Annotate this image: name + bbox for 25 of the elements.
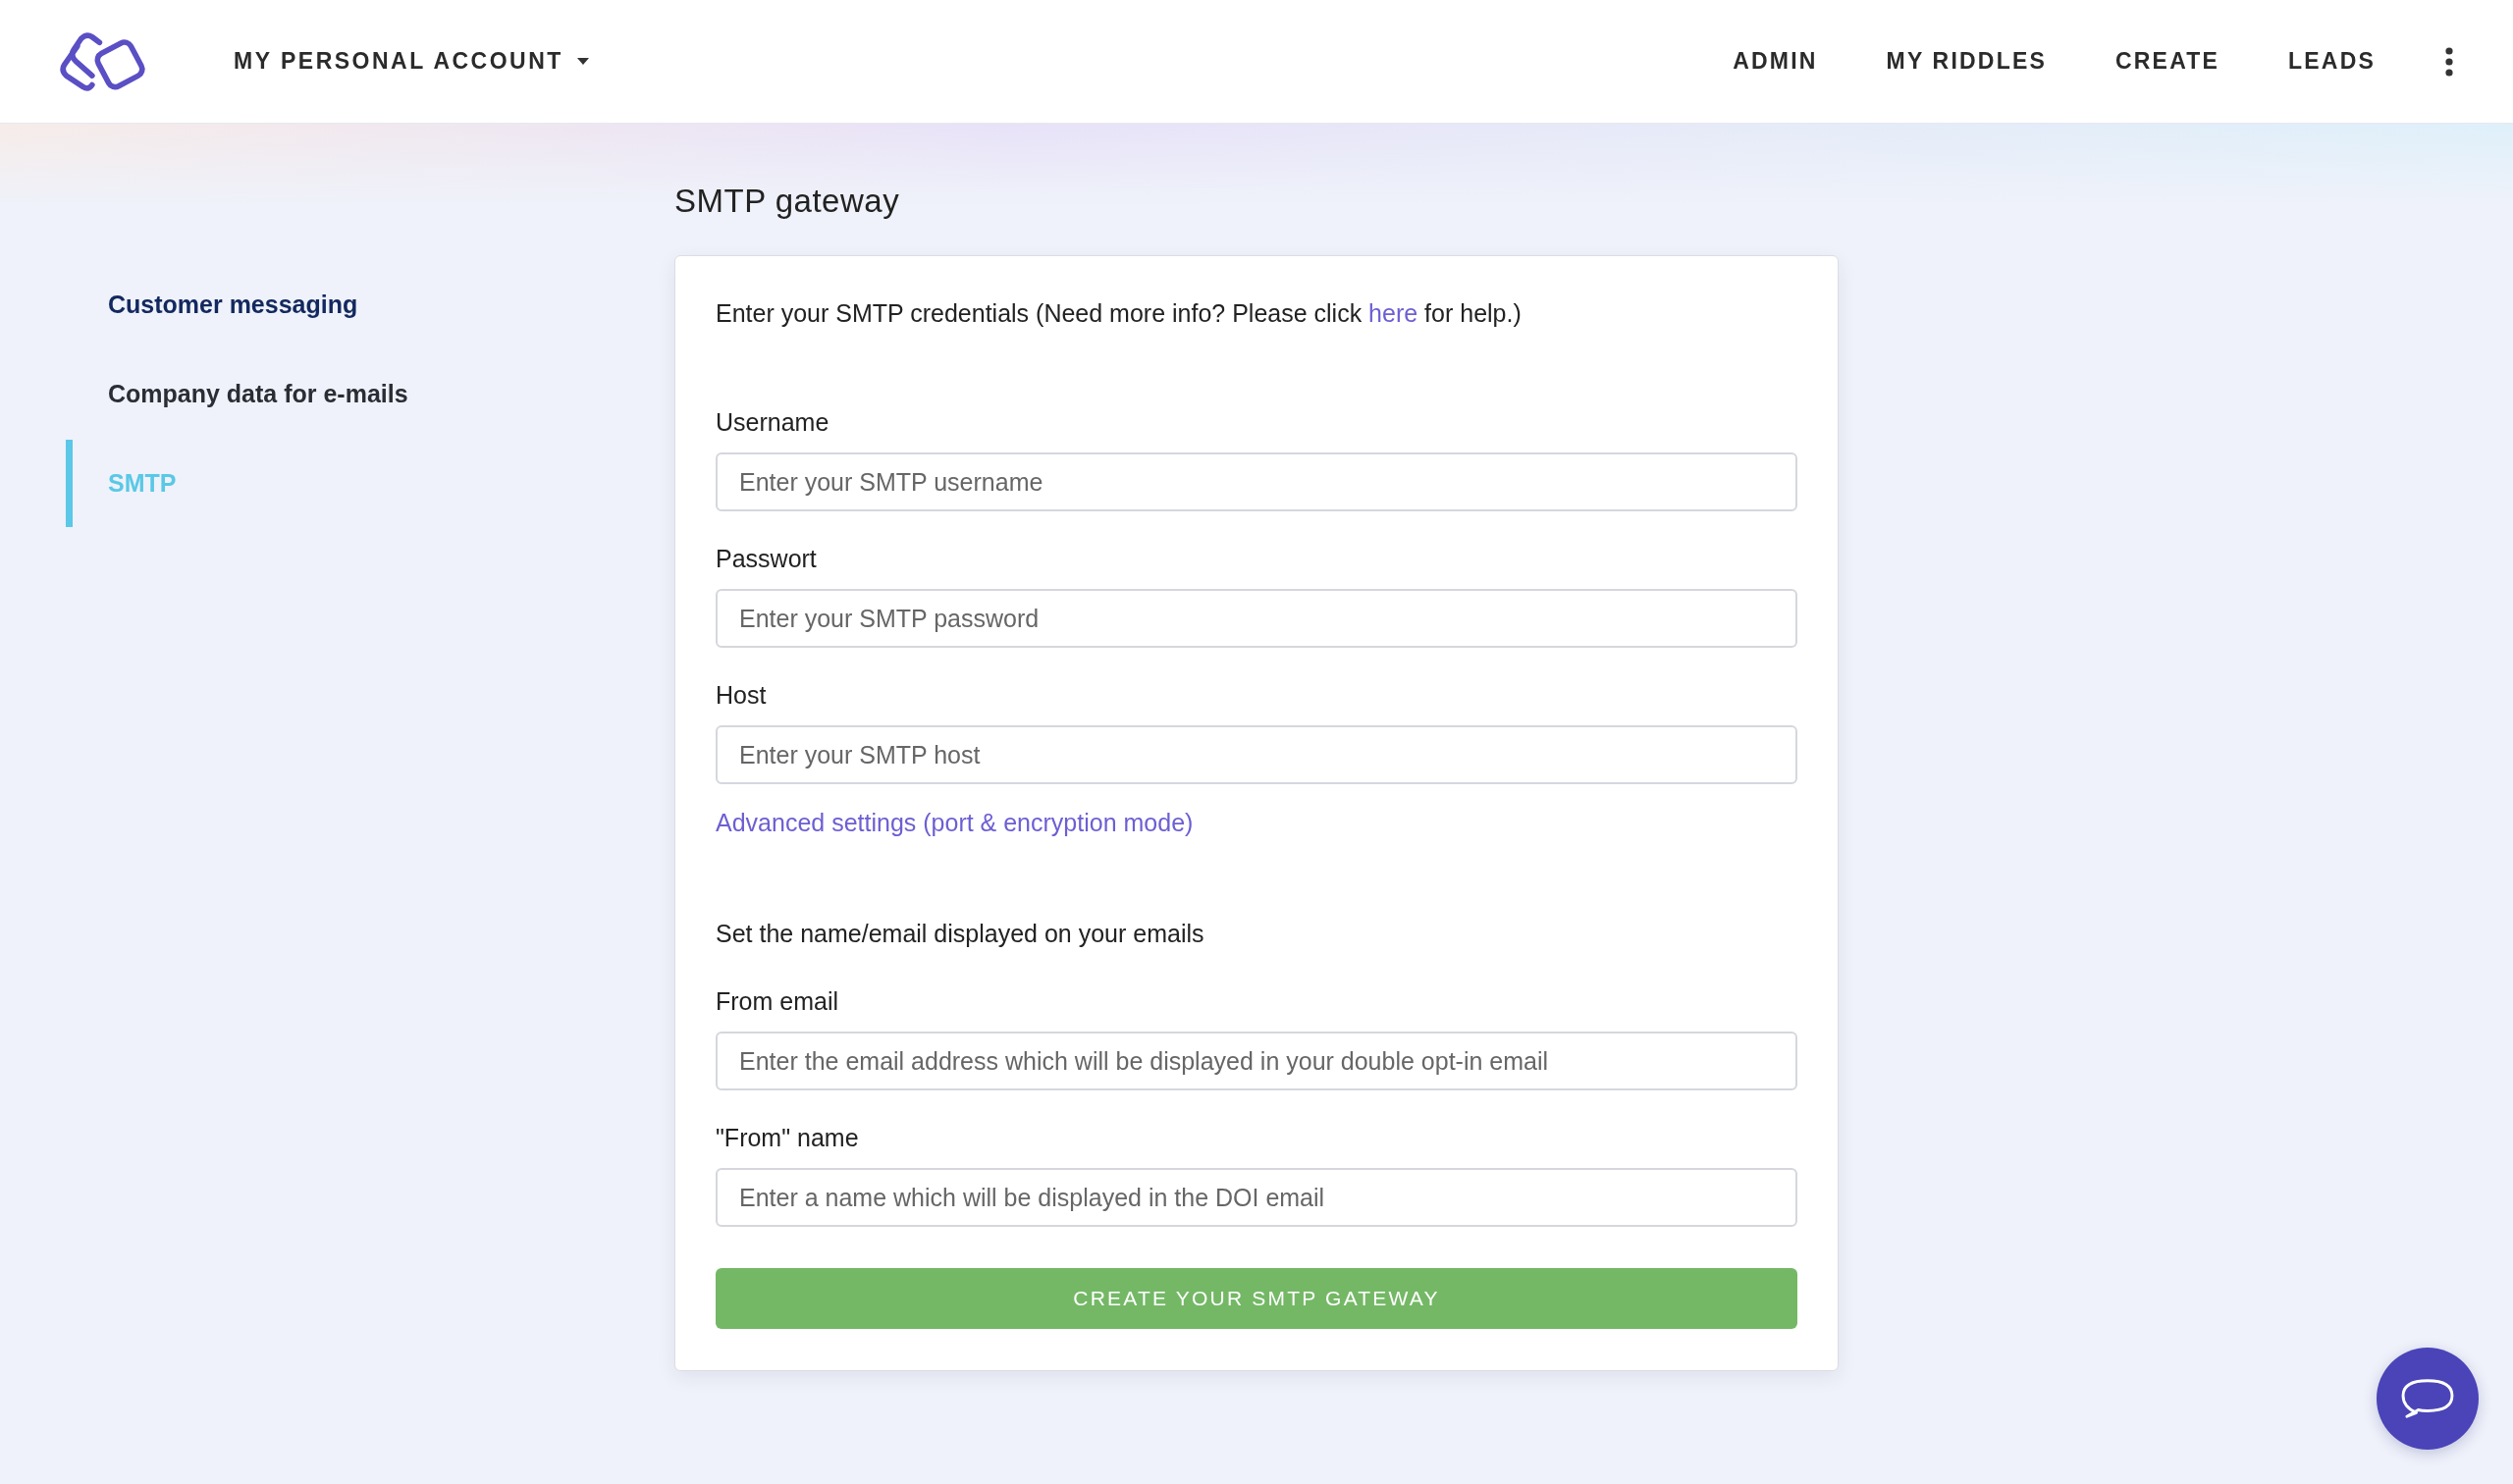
page-title: SMTP gateway xyxy=(674,183,901,220)
advanced-settings-link[interactable]: Advanced settings (port & encryption mode) xyxy=(716,809,1194,837)
nav-link[interactable]: MY RIDDLES xyxy=(1886,48,2047,75)
nav-link[interactable]: LEADS xyxy=(2288,48,2376,75)
input-field[interactable]: Enter the email address which will be displayed in your double opt-in email xyxy=(716,1032,1797,1090)
field-label: Passwort xyxy=(716,545,818,573)
sidebar-item[interactable]: Customer messaging xyxy=(66,279,674,331)
help-link[interactable]: here xyxy=(1368,299,1418,327)
chat-button[interactable] xyxy=(2377,1348,2479,1450)
field-label: Host xyxy=(716,681,768,710)
account-dropdown[interactable]: MY PERSONAL ACCOUNT xyxy=(234,42,589,80)
section-heading: Set the name/email displayed on your emails xyxy=(716,920,1205,948)
field-label: From email xyxy=(716,987,839,1016)
more-options-icon[interactable] xyxy=(2444,46,2454,77)
caret-icon xyxy=(576,58,589,65)
field-label: "From" name xyxy=(716,1124,860,1152)
sidebar-item[interactable]: Company data for e-mails xyxy=(66,368,674,420)
input-field[interactable]: Enter your SMTP password xyxy=(716,589,1797,648)
input-field[interactable]: Enter your SMTP username xyxy=(716,452,1797,511)
nav-link[interactable]: CREATE xyxy=(2115,48,2220,75)
intro-text: Enter your SMTP credentials (Need more info? Please click here for help.) xyxy=(716,299,1523,328)
field-label: Username xyxy=(716,408,830,437)
input-field[interactable]: Enter your SMTP host xyxy=(716,725,1797,784)
input-field[interactable]: Enter a name which will be displayed in the DOI email xyxy=(716,1168,1797,1227)
nav-link[interactable]: ADMIN xyxy=(1733,48,1818,75)
